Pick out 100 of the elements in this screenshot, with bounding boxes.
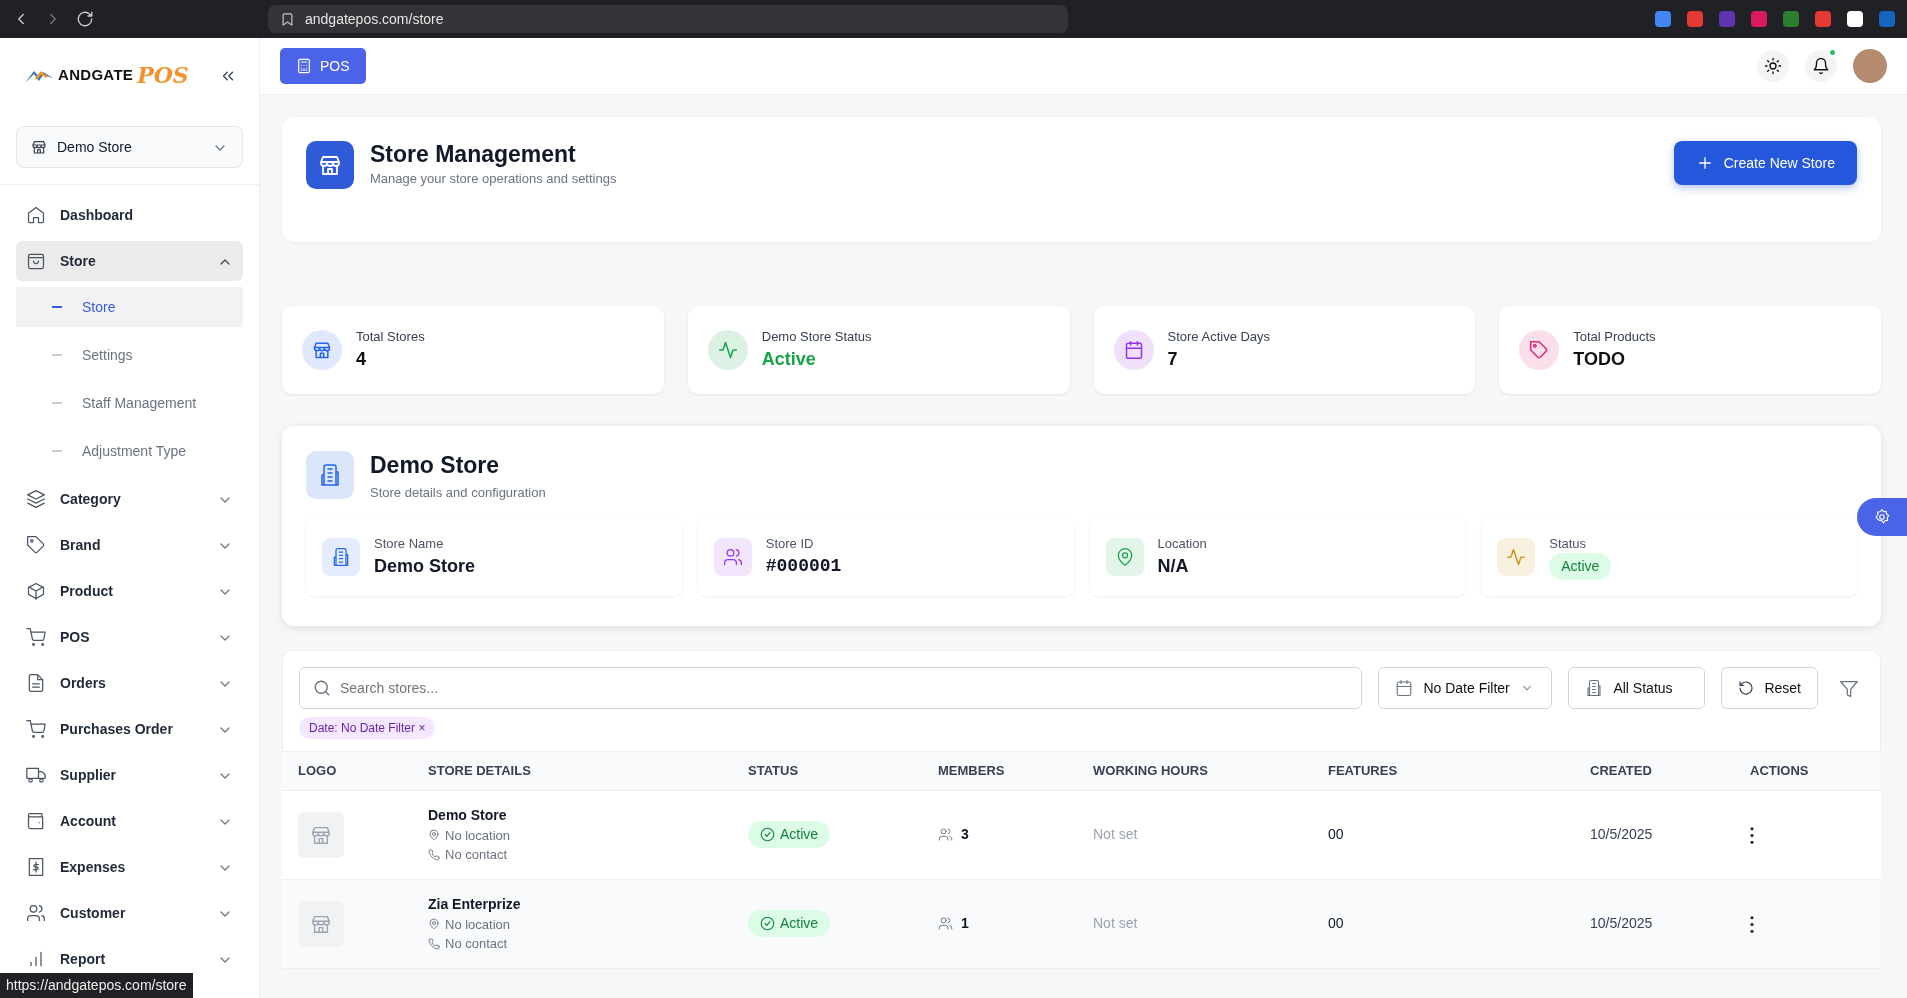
reload-icon [76,10,94,28]
sidebar-item[interactable]: Store [16,241,243,281]
store-icon [31,139,47,155]
sidebar-item[interactable]: Customer [16,893,243,933]
date-filter-dropdown[interactable]: No Date Filter [1378,667,1553,709]
field-label: Store ID [765,534,815,553]
stat-label: Demo Store Status [761,327,872,346]
features-value: 00 [1328,915,1344,931]
search-field[interactable]: Search stores... [299,667,1363,709]
activity-icon [1506,547,1527,567]
settings-button[interactable] [1857,498,1907,536]
sidebar-item[interactable]: Dashboard [16,195,243,235]
sidebar-item[interactable]: Product [16,571,243,611]
working-hours: Not set [1093,826,1138,842]
check-circle-icon [760,916,775,931]
field-value: Demo Store [374,555,476,579]
box-icon [26,581,46,601]
theme-toggle[interactable] [1757,50,1789,82]
section-title: Demo Store [370,451,501,480]
avatar[interactable] [1853,49,1887,83]
store-contact: No contact [445,935,508,953]
truck-icon [26,765,46,785]
more-icon [1750,915,1754,933]
sidebar-subitem[interactable]: Adjustment Type [16,431,243,471]
working-hours: Not set [1093,915,1138,931]
stat-label: Total Products [1573,327,1656,346]
cart-icon [26,719,46,739]
layers-icon [26,489,46,509]
member-count: 3 [961,825,969,844]
stat-value: 4 [356,348,367,372]
store-icon [318,153,342,177]
extension-icon[interactable] [1751,11,1767,27]
document-icon [26,673,46,693]
sidebar-item[interactable]: Purchases Order [16,709,243,749]
settings-icon [1873,508,1891,526]
status-filter-dropdown[interactable]: All Status [1568,667,1706,709]
created-date: 10/5/2025 [1590,915,1653,931]
extension-icon[interactable] [1815,11,1831,27]
field-label: Location [1157,534,1207,553]
logo-accent-text: POS [137,61,189,90]
bell-icon [1812,57,1830,75]
url-text: andgatepos.com/store [305,9,444,29]
check-circle-icon [760,827,775,842]
sidebar-subitem[interactable]: Store [16,287,243,327]
building-icon [318,463,342,487]
stat-value: TODO [1573,348,1626,372]
status-badge: Active [748,821,831,848]
reset-button[interactable]: Reset [1721,667,1818,709]
sidebar-item[interactable]: Brand [16,525,243,565]
column-header: MEMBERS [938,763,1005,778]
page-subtitle: Manage your store operations and settings [370,169,617,188]
sidebar-item[interactable]: Orders [16,663,243,703]
sidebar-item[interactable]: Account [16,801,243,841]
calculator-icon [296,58,312,74]
cart-icon [26,627,46,647]
column-header: STORE DETAILS [428,763,531,778]
extension-icon[interactable] [1655,11,1671,27]
column-header: LOGO [298,763,337,778]
building-icon [1585,679,1604,697]
sidebar-item[interactable]: Category [16,479,243,519]
extension-icon[interactable] [1847,11,1863,27]
location-pin-icon [428,918,440,931]
store-icon [312,340,332,360]
column-header: WORKING HOURS [1093,763,1208,778]
calendar-icon [1395,679,1414,697]
chip-close[interactable]: × [418,721,426,735]
home-icon [26,205,46,225]
status-badge: Active [748,910,831,937]
sidebar-subitem[interactable]: Staff Management [16,383,243,423]
member-count: 1 [961,914,969,933]
stat-value: 7 [1167,348,1179,372]
column-header: ACTIONS [1750,763,1809,778]
address-bar[interactable]: andgatepos.com/store [268,5,1068,33]
link-status-tooltip: https://andgatepos.com/store [0,973,193,998]
building-icon [331,547,351,567]
extension-icon[interactable] [1783,11,1799,27]
chip-label: Date: No Date Filter [309,721,416,735]
column-header: CREATED [1590,763,1652,778]
stat-value: Active [761,348,817,372]
field-value: N/A [1157,555,1190,579]
sidebar-item[interactable]: Expenses [16,847,243,887]
column-header: FEATURES [1328,763,1398,778]
field-label: Store Name [374,534,445,553]
field-label: Status [1549,534,1588,553]
store-selector[interactable]: Demo Store [16,126,243,168]
phone-icon [428,937,440,950]
pos-button[interactable]: POS [280,48,366,84]
logo-text: ANDGATE [58,65,134,86]
page-title: Store Management [370,141,577,169]
extension-icon[interactable] [1687,11,1703,27]
users-icon [26,903,46,923]
sidebar-item[interactable]: Supplier [16,755,243,795]
notifications-button[interactable] [1805,50,1837,82]
create-store-button[interactable]: Create New Store [1673,141,1857,185]
sidebar-subitem[interactable]: Settings [16,335,243,375]
store-location: No location [445,826,511,845]
status-badge: Active [1549,553,1612,581]
sidebar-item[interactable]: POS [16,617,243,657]
store-location: No location [445,915,511,934]
location-pin-icon [428,829,440,842]
